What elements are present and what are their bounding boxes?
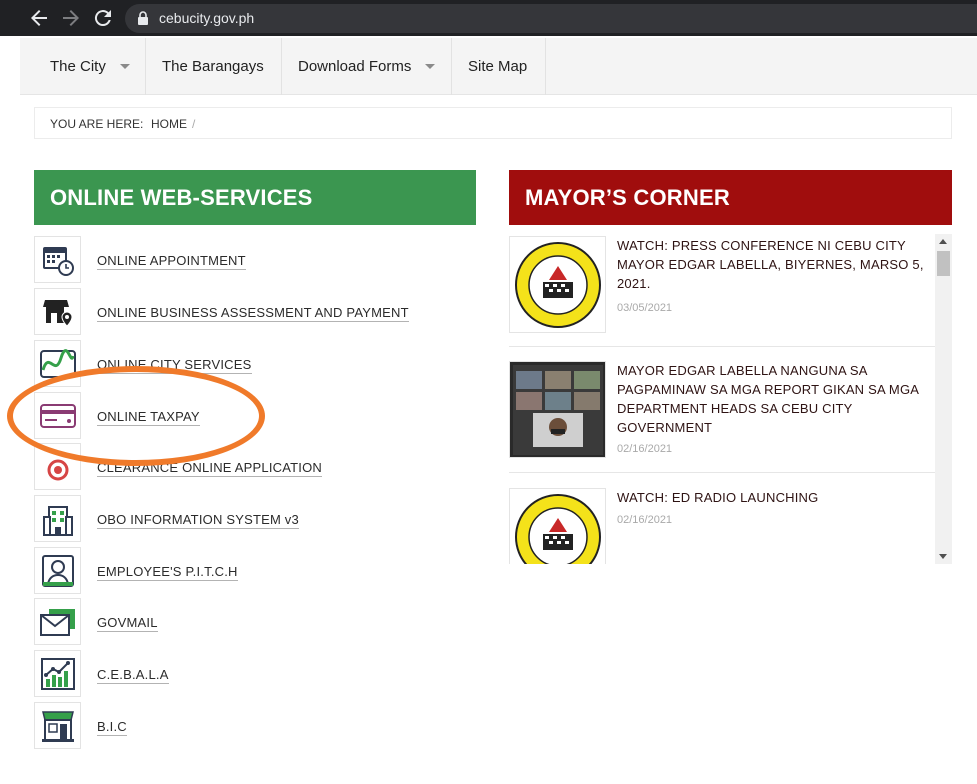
services-header: ONLINE WEB-SERVICES bbox=[34, 170, 476, 225]
store-location-icon bbox=[34, 288, 81, 335]
news-title[interactable]: WATCH: ED RADIO LAUNCHING bbox=[617, 488, 929, 507]
employee-icon bbox=[34, 547, 81, 594]
nav-label: The Barangays bbox=[162, 58, 264, 75]
news-item[interactable]: WATCH: PRESS CONFERENCE NI CEBU CITY MAY… bbox=[509, 236, 935, 348]
breadcrumb-prefix: YOU ARE HERE: bbox=[50, 117, 144, 131]
official-seal-icon bbox=[509, 488, 606, 564]
news-date: 02/16/2021 bbox=[617, 514, 673, 526]
service-label[interactable]: B.I.C bbox=[97, 719, 127, 736]
reload-icon[interactable] bbox=[91, 6, 115, 30]
nav-the-city[interactable]: The City bbox=[20, 38, 146, 95]
building-icon bbox=[34, 495, 81, 542]
service-item-cebala[interactable]: C.E.B.A.L.A bbox=[34, 650, 476, 702]
news-list: WATCH: PRESS CONFERENCE NI CEBU CITY MAY… bbox=[509, 234, 952, 564]
mail-icon bbox=[34, 598, 81, 645]
scrollbar-thumb[interactable] bbox=[937, 251, 950, 276]
url-text: cebucity.gov.ph bbox=[159, 10, 255, 26]
video-conference-photo bbox=[509, 361, 606, 458]
news-date: 03/05/2021 bbox=[617, 302, 673, 314]
service-item-obo-information-system[interactable]: OBO INFORMATION SYSTEM v3 bbox=[34, 495, 476, 547]
nav-site-map[interactable]: Site Map bbox=[452, 38, 546, 95]
news-date: 02/16/2021 bbox=[617, 443, 673, 455]
nav-label: Download Forms bbox=[298, 58, 412, 75]
chevron-down-icon bbox=[425, 64, 436, 69]
scroll-down-arrow-icon[interactable] bbox=[939, 554, 947, 559]
breadcrumb-home-link[interactable]: HOME bbox=[151, 117, 187, 131]
breadcrumb: YOU ARE HERE: HOME / bbox=[34, 107, 952, 139]
scroll-up-arrow-icon[interactable] bbox=[939, 239, 947, 244]
service-label[interactable]: GOVMAIL bbox=[97, 615, 158, 632]
service-label[interactable]: ONLINE APPOINTMENT bbox=[97, 253, 246, 270]
calendar-clock-icon bbox=[34, 236, 81, 283]
service-label[interactable]: EMPLOYEE'S P.I.T.C.H bbox=[97, 564, 238, 581]
service-label[interactable]: C.E.B.A.L.A bbox=[97, 667, 169, 684]
site-navigation: The City The Barangays Download Forms Si… bbox=[20, 38, 977, 95]
official-seal-icon bbox=[509, 236, 606, 333]
service-item-business-assessment[interactable]: ONLINE BUSINESS ASSESSMENT AND PAYMENT bbox=[34, 288, 476, 340]
nav-label: Site Map bbox=[468, 58, 528, 75]
services-title: ONLINE WEB-SERVICES bbox=[50, 184, 313, 210]
divider bbox=[509, 346, 935, 347]
analytics-chart-icon bbox=[34, 650, 81, 697]
back-arrow-icon[interactable] bbox=[27, 6, 51, 30]
chevron-down-icon bbox=[119, 64, 130, 69]
mayors-corner-title: MAYOR’S CORNER bbox=[525, 184, 730, 210]
forward-arrow-icon[interactable] bbox=[59, 6, 83, 30]
nav-the-barangays[interactable]: The Barangays bbox=[146, 38, 282, 95]
highlight-circle bbox=[7, 366, 265, 466]
service-label[interactable]: ONLINE BUSINESS ASSESSMENT AND PAYMENT bbox=[97, 305, 409, 322]
address-bar[interactable]: cebucity.gov.ph bbox=[125, 4, 977, 33]
news-title[interactable]: MAYOR EDGAR LABELLA NANGUNA SA PAGPAMINA… bbox=[617, 361, 929, 437]
nav-label: The City bbox=[50, 58, 106, 75]
shop-icon bbox=[34, 702, 81, 749]
service-item-bic[interactable]: B.I.C bbox=[34, 702, 476, 754]
news-item[interactable]: MAYOR EDGAR LABELLA NANGUNA SA PAGPAMINA… bbox=[509, 361, 935, 473]
news-item[interactable]: WATCH: ED RADIO LAUNCHING 02/16/2021 bbox=[509, 488, 935, 564]
service-item-online-appointment[interactable]: ONLINE APPOINTMENT bbox=[34, 236, 476, 288]
mayors-corner-header: MAYOR’S CORNER bbox=[509, 170, 952, 225]
news-scrollbar[interactable] bbox=[935, 234, 952, 564]
browser-toolbar: cebucity.gov.ph bbox=[0, 0, 977, 36]
service-label[interactable]: OBO INFORMATION SYSTEM v3 bbox=[97, 512, 299, 529]
divider bbox=[509, 472, 935, 473]
lock-icon bbox=[138, 11, 148, 25]
breadcrumb-separator: / bbox=[192, 117, 196, 131]
news-title[interactable]: WATCH: PRESS CONFERENCE NI CEBU CITY MAY… bbox=[617, 236, 929, 293]
nav-download-forms[interactable]: Download Forms bbox=[282, 38, 452, 95]
service-item-govmail[interactable]: GOVMAIL bbox=[34, 598, 476, 650]
service-item-employees-pitch[interactable]: EMPLOYEE'S P.I.T.C.H bbox=[34, 547, 476, 599]
